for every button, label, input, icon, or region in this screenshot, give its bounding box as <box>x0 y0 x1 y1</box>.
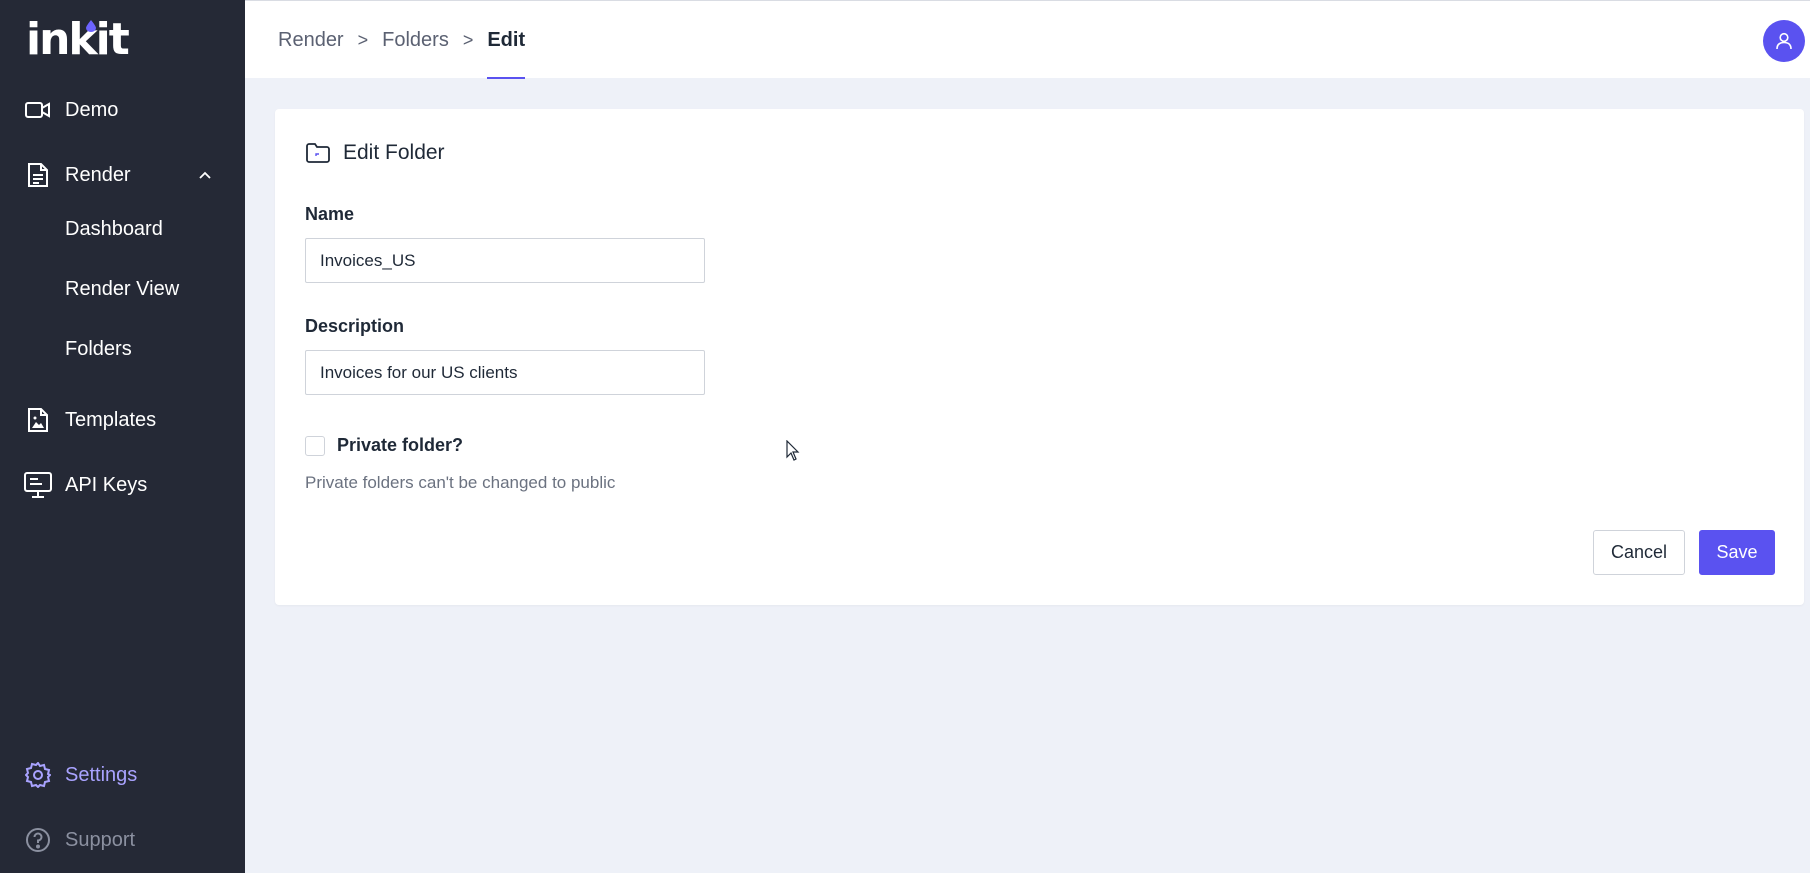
breadcrumb-separator: > <box>357 29 369 50</box>
gear-icon <box>24 761 52 789</box>
folder-icon <box>306 143 330 163</box>
breadcrumb: Render > Folders > Edit <box>278 1 525 79</box>
sidebar-item-label: Support <box>65 828 136 851</box>
sidebar-item-render[interactable]: Render <box>0 153 245 197</box>
breadcrumb-separator: > <box>462 29 474 50</box>
document-icon <box>24 161 52 189</box>
help-circle-icon <box>24 826 52 854</box>
private-folder-toggle[interactable]: Private folder? <box>305 435 463 456</box>
video-camera-icon <box>24 96 52 124</box>
user-icon <box>1776 32 1792 50</box>
sidebar-subitem-render-view[interactable]: Render View <box>0 269 245 309</box>
sidebar-item-templates[interactable]: Templates <box>0 398 245 442</box>
private-folder-help: Private folders can't be changed to publ… <box>305 473 616 492</box>
image-file-icon <box>24 406 52 434</box>
mouse-cursor-icon <box>786 440 800 461</box>
sidebar-item-label: Templates <box>65 408 157 431</box>
top-bar: Render > Folders > Edit <box>245 0 1810 79</box>
description-input[interactable] <box>305 350 705 395</box>
private-folder-checkbox[interactable] <box>305 435 325 456</box>
cancel-button[interactable]: Cancel <box>1593 530 1685 575</box>
sidebar-subitem-dashboard[interactable]: Dashboard <box>0 209 245 249</box>
sidebar-item-label: Demo <box>65 98 119 121</box>
breadcrumb-current: Edit <box>487 1 525 79</box>
edit-folder-card: Edit Folder Name Description Private fol… <box>275 109 1804 605</box>
sidebar-item-label: Folders <box>65 337 132 360</box>
chevron-up-icon[interactable] <box>196 166 214 184</box>
sidebar: inkit Demo Render Dashboard Render View … <box>0 0 245 873</box>
private-folder-label: Private folder? <box>337 435 464 455</box>
logo-drop-icon <box>86 20 96 32</box>
description-label: Description <box>305 316 405 336</box>
sidebar-subitem-folders[interactable]: Folders <box>0 329 245 369</box>
sidebar-item-support[interactable]: Support <box>0 818 245 862</box>
sidebar-item-label: API Keys <box>65 473 148 496</box>
card-title-text: Edit Folder <box>343 141 445 164</box>
sidebar-item-demo[interactable]: Demo <box>0 88 245 132</box>
sidebar-item-label: Render <box>65 163 131 186</box>
save-button[interactable]: Save <box>1699 530 1775 575</box>
sidebar-item-label: Settings <box>65 763 138 786</box>
breadcrumb-render[interactable]: Render <box>278 29 344 52</box>
sidebar-item-api-keys[interactable]: API Keys <box>0 463 245 507</box>
sidebar-item-label: Dashboard <box>65 217 163 240</box>
avatar[interactable] <box>1763 20 1805 62</box>
monitor-icon <box>24 471 52 499</box>
sidebar-item-settings[interactable]: Settings <box>0 753 245 797</box>
name-input[interactable] <box>305 238 705 283</box>
name-label: Name <box>305 204 355 224</box>
page-title: Edit Folder <box>305 141 445 165</box>
logo[interactable]: inkit <box>26 14 130 66</box>
sidebar-item-label: Render View <box>65 277 180 300</box>
breadcrumb-folders[interactable]: Folders <box>382 29 449 52</box>
